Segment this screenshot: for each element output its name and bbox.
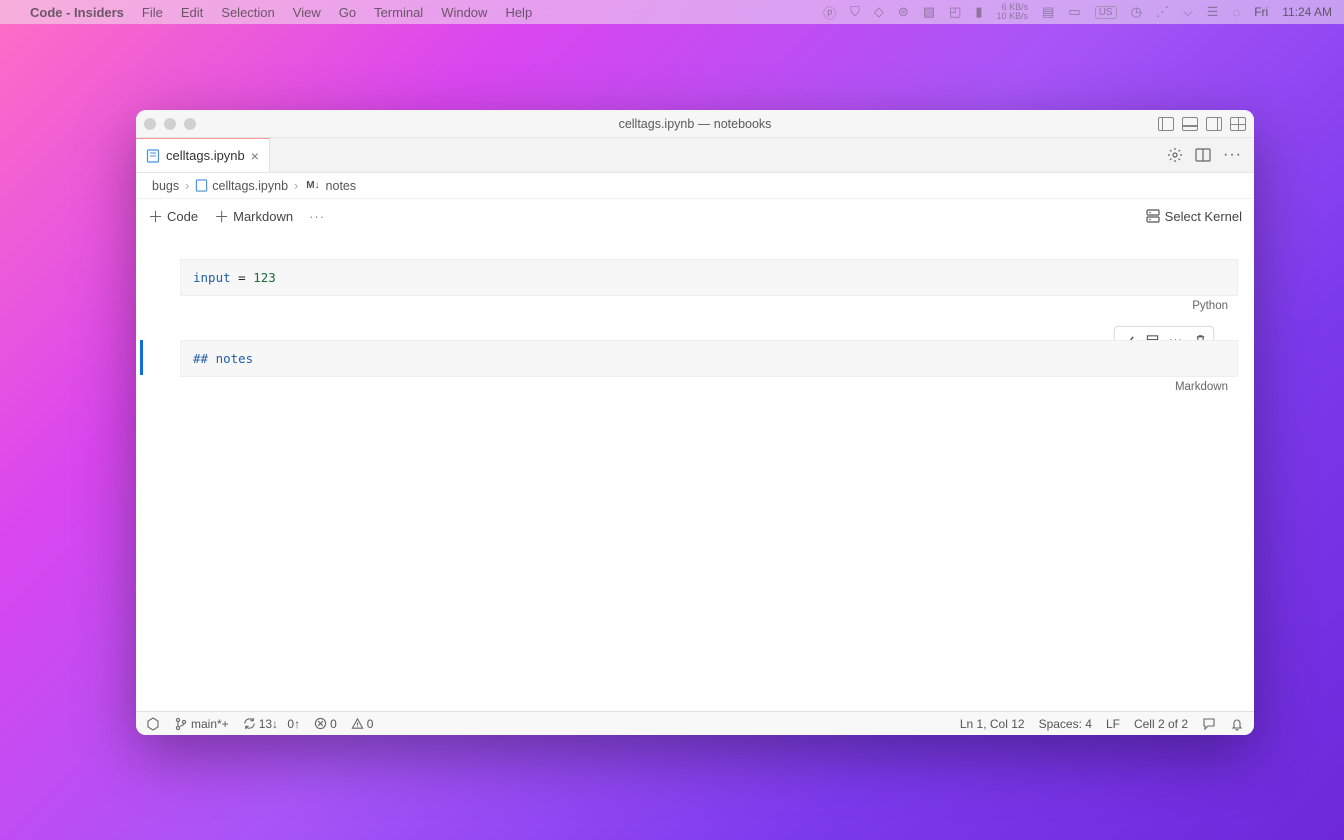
status-icon[interactable]: ◌ <box>1232 5 1240 20</box>
status-icon[interactable]: ⛉ <box>850 4 860 20</box>
close-button[interactable] <box>144 118 156 130</box>
menubar-app-name[interactable]: Code - Insiders <box>30 5 124 20</box>
more-actions-icon[interactable]: ··· <box>309 209 325 224</box>
statusbar: main*+ 13↓ 0↑ 0 0 Ln 1, Col 12 Spaces: 4… <box>136 711 1254 735</box>
toggle-panel-icon[interactable] <box>1182 117 1198 131</box>
menubar-item-help[interactable]: Help <box>505 5 532 20</box>
macos-menubar: Code - Insiders File Edit Selection View… <box>0 0 1344 24</box>
cell-editor[interactable]: ## notes <box>180 340 1238 377</box>
cursor-position[interactable]: Ln 1, Col 12 <box>960 717 1025 731</box>
menubar-item-selection[interactable]: Selection <box>221 5 274 20</box>
source-control-branch[interactable]: main*+ <box>174 717 229 731</box>
add-code-cell-button[interactable]: ＋ Code <box>148 206 198 227</box>
status-icon[interactable]: ▭ <box>1068 4 1080 20</box>
status-icon[interactable]: ◇ <box>874 4 884 20</box>
notebook-toolbar: ＋ Code ＋ Markdown ··· Select Kernel <box>136 199 1254 233</box>
bluetooth-icon[interactable]: ⌵ <box>1183 4 1193 20</box>
breadcrumb-item[interactable]: celltags.ipynb <box>195 179 288 193</box>
vscode-window: celltags.ipynb — notebooks celltags.ipyn… <box>136 110 1254 735</box>
remote-indicator[interactable] <box>146 717 160 731</box>
notebook-body: input = 123 Python ··· ## notes Markdow <box>136 233 1254 711</box>
notifications-icon[interactable] <box>1230 717 1244 731</box>
feedback-icon[interactable] <box>1202 717 1216 731</box>
wifi-icon[interactable]: ⋰ <box>1156 4 1169 20</box>
menubar-item-window[interactable]: Window <box>441 5 487 20</box>
status-icon[interactable]: ◰ <box>949 4 961 20</box>
server-icon <box>1145 208 1161 224</box>
sync-status[interactable]: 13↓ 0↑ <box>243 717 300 731</box>
cell-editor[interactable]: input = 123 <box>180 259 1238 296</box>
problems-errors[interactable]: 0 <box>314 717 337 731</box>
window-title: celltags.ipynb — notebooks <box>619 117 772 131</box>
notebook-file-icon <box>146 149 160 163</box>
split-editor-icon[interactable] <box>1195 148 1211 162</box>
cell-code[interactable]: ## notes <box>193 351 1225 366</box>
zoom-button[interactable] <box>184 118 196 130</box>
close-tab-icon[interactable]: × <box>251 148 259 164</box>
breadcrumb: bugs › celltags.ipynb › M↓ notes <box>136 173 1254 199</box>
menubar-time[interactable]: 11:24 AM <box>1282 5 1332 19</box>
window-titlebar: celltags.ipynb — notebooks <box>136 110 1254 138</box>
gear-icon[interactable] <box>1167 147 1183 163</box>
menubar-item-edit[interactable]: Edit <box>181 5 203 20</box>
clock-icon[interactable]: ◷ <box>1131 4 1142 20</box>
minimize-button[interactable] <box>164 118 176 130</box>
cell-language-label[interactable]: Python <box>180 296 1238 312</box>
status-icon[interactable]: ⊜ <box>898 4 909 20</box>
notebook-cell[interactable]: ··· ## notes Markdown <box>180 340 1238 393</box>
battery-icon[interactable]: ▮ <box>975 4 982 20</box>
cell-language-label[interactable]: Markdown <box>180 377 1238 393</box>
menubar-item-go[interactable]: Go <box>339 5 356 20</box>
select-kernel-button[interactable]: Select Kernel <box>1145 208 1242 224</box>
eol[interactable]: LF <box>1106 717 1120 731</box>
chevron-right-icon: › <box>294 179 298 193</box>
menubar-item-view[interactable]: View <box>293 5 321 20</box>
network-speed: 6 KB/s 10 KB/s <box>997 3 1029 21</box>
plus-icon: ＋ <box>148 206 163 227</box>
menubar-day[interactable]: Fri <box>1254 5 1268 19</box>
traffic-lights <box>144 118 196 130</box>
cell-indicator[interactable]: Cell 2 of 2 <box>1134 717 1188 731</box>
cell-code[interactable]: input = 123 <box>193 270 1225 285</box>
input-source[interactable]: US <box>1095 6 1117 19</box>
editor-tab[interactable]: celltags.ipynb × <box>136 138 270 172</box>
notebook-cell[interactable]: input = 123 Python <box>180 259 1238 312</box>
status-icon[interactable]: ▧ <box>923 4 935 20</box>
plus-icon: ＋ <box>214 206 229 227</box>
breadcrumb-item[interactable]: M↓ notes <box>304 179 356 193</box>
indentation[interactable]: Spaces: 4 <box>1039 717 1092 731</box>
chevron-right-icon: › <box>185 179 189 193</box>
customize-layout-icon[interactable] <box>1230 117 1246 131</box>
tab-label: celltags.ipynb <box>166 148 245 163</box>
status-icon[interactable]: ▤ <box>1042 4 1054 20</box>
add-markdown-cell-button[interactable]: ＋ Markdown <box>214 206 293 227</box>
status-icon[interactable]: ☰ <box>1207 4 1219 20</box>
status-icon[interactable]: ⓟ <box>823 3 836 22</box>
more-actions-icon[interactable]: ··· <box>1223 146 1242 164</box>
problems-warnings[interactable]: 0 <box>351 717 374 731</box>
toggle-secondary-sidebar-icon[interactable] <box>1206 117 1222 131</box>
menubar-item-terminal[interactable]: Terminal <box>374 5 423 20</box>
editor-tabbar: celltags.ipynb × ··· <box>136 138 1254 173</box>
toggle-primary-sidebar-icon[interactable] <box>1158 117 1174 131</box>
breadcrumb-item[interactable]: bugs <box>152 179 179 193</box>
menubar-item-file[interactable]: File <box>142 5 163 20</box>
